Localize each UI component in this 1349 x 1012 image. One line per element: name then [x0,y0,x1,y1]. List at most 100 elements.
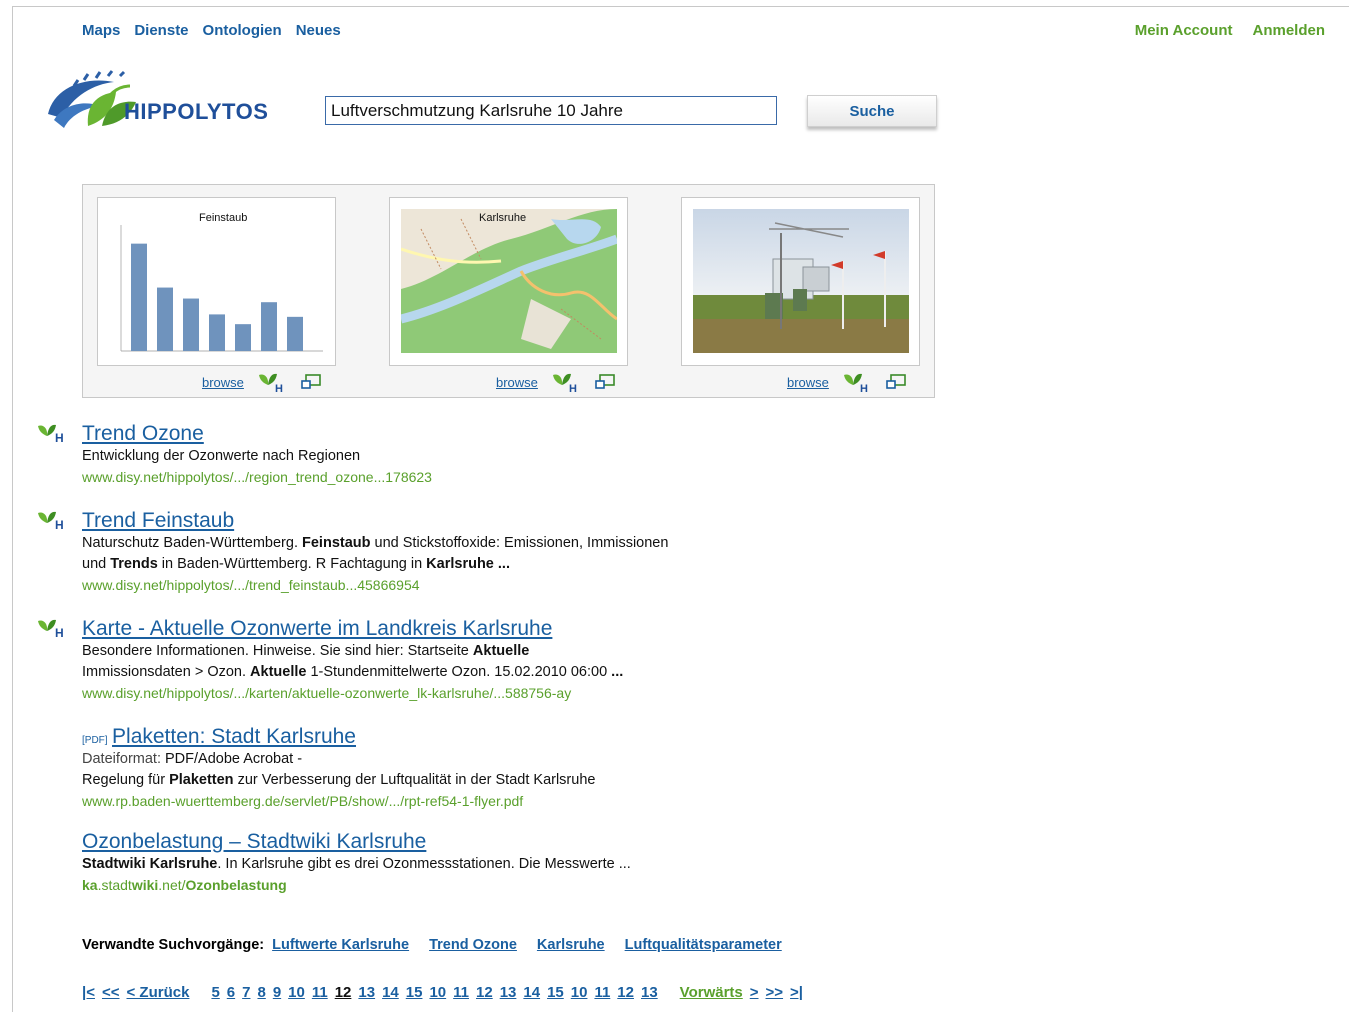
first-page-link[interactable]: |< [82,984,95,1001]
prev-page-link[interactable]: < Zurück [127,984,190,1001]
page-number-link[interactable]: 15 [406,984,423,1001]
result-snippet: Stadtwiki Karlsruhe. In Karlsruhe gibt e… [82,856,631,872]
page-number-link[interactable]: 6 [227,984,235,1001]
measurement-station-photo [693,209,909,353]
result-title-link[interactable]: Trend Ozone [82,422,204,445]
page-number-link[interactable]: 10 [429,984,446,1001]
related-label: Verwandte Suchvorgänge: [82,937,265,953]
feinstaub-chart-thumb: Feinstaub [109,209,325,353]
result-title-link[interactable]: Ozonbelastung – Stadtwiki Karlsruhe [82,830,426,853]
next-block-link[interactable]: >> [766,984,784,1001]
page-number-link[interactable]: 8 [257,984,265,1001]
chart-bar [235,324,251,351]
search-result: [PDF] Plaketten: Stadt Karlsruhe Dateifo… [82,725,595,812]
svg-text:H: H [55,431,64,445]
result-title-link[interactable]: Trend Feinstaub [82,509,234,532]
page-number-link[interactable]: 5 [211,984,219,1001]
page-number-link[interactable]: 13 [500,984,517,1001]
result-snippet: Besondere Informationen. Hinweise. Sie s… [82,643,624,680]
result-title-link[interactable]: Karte - Aktuelle Ozonwerte im Landkreis … [82,617,552,640]
svg-text:H: H [55,626,64,640]
next-page-link[interactable]: Vorwärts [680,984,743,1001]
result-title-link[interactable]: Plaketten: Stadt Karlsruhe [112,725,356,748]
nav-maps[interactable]: Maps [82,22,120,39]
pagination: |< << < Zurück 5 6 7 8 9 10 11 12 13 14 15 10 11 12 13… [82,984,803,1001]
page-number-link[interactable]: 11 [453,984,469,1001]
page-number-link[interactable]: 15 [547,984,564,1001]
browse-link[interactable]: browse [496,375,538,390]
svg-text:H: H [860,383,868,393]
page-number-link[interactable]: 9 [273,984,281,1001]
search-result: H Trend Ozone Entwicklung der Ozonwerte … [38,422,432,488]
prev-block-link[interactable]: << [102,984,120,1001]
page-number-link: 12 [334,984,352,1001]
hippolytos-icon[interactable]: H [258,371,286,393]
preview-card-photo[interactable] [681,197,920,366]
hippolytos-icon[interactable]: H [552,371,580,393]
page-number-link[interactable]: 13 [641,984,658,1001]
nav-dienste[interactable]: Dienste [134,22,188,39]
page-number-link[interactable]: 13 [358,984,375,1001]
result-url: www.disy.net/hippolytos/.../trend_feinst… [82,577,420,593]
card-footer-chart: browse H [202,371,322,393]
chart-bar [287,316,303,351]
page-number-link[interactable]: 11 [312,984,328,1001]
search-result: H Karte - Aktuelle Ozonwerte im Landkrei… [38,617,624,704]
preview-card-map[interactable]: Karlsruhe [389,197,628,366]
card-footer-photo: browse H [787,371,907,393]
hippolytos-icon[interactable]: H [37,422,67,446]
result-url: www.disy.net/hippolytos/.../region_trend… [82,469,432,485]
search-button[interactable]: Suche [807,95,937,127]
result-url: ka.stadtwiki.net/Ozonbelastung [82,877,287,893]
map-label: Karlsruhe [479,212,526,224]
karlsruhe-map-thumb: Karlsruhe [401,209,617,353]
related-link[interactable]: Karlsruhe [537,937,605,953]
page-numbers: 5 6 7 8 9 10 11 12 13 14 15 10 11 12 13 14 15 10 11 12 13 [211,984,657,1001]
browse-link[interactable]: browse [787,375,829,390]
enlarge-icon[interactable] [300,373,322,391]
hippolytos-icon[interactable]: H [37,509,67,533]
account-nav: Mein Account Anmelden [1135,22,1325,39]
chart-bar [157,287,173,351]
svg-text:H: H [275,383,283,393]
svg-text:H: H [55,518,64,532]
nav-ontologien[interactable]: Ontologien [203,22,282,39]
next-link[interactable]: > [750,984,759,1001]
result-url: www.rp.baden-wuerttemberg.de/servlet/PB/… [82,793,524,809]
svg-text:H: H [569,383,577,393]
result-snippet: Naturschutz Baden-Württemberg. Feinstaub… [82,535,669,572]
page-frame-top [12,6,1349,7]
page-number-link[interactable]: 10 [288,984,305,1001]
related-link[interactable]: Luftqualitätsparameter [625,937,782,953]
browse-link[interactable]: browse [202,375,244,390]
page-number-link[interactable]: 10 [571,984,588,1001]
result-snippet: Dateiformat: PDF/Adobe Acrobat - Regelung… [82,751,596,788]
page-number-link[interactable]: 12 [476,984,493,1001]
related-link[interactable]: Trend Ozone [429,937,517,953]
nav-neues[interactable]: Neues [296,22,341,39]
logo-text: HIPPOLYTOS [124,99,269,124]
card-footer-map: browse H [496,371,616,393]
related-link[interactable]: Luftwerte Karlsruhe [272,937,409,953]
page-number-link[interactable]: 14 [523,984,540,1001]
enlarge-icon[interactable] [885,373,907,391]
hippolytos-icon[interactable]: H [37,617,67,641]
chart-bar [131,243,147,351]
page-number-link[interactable]: 11 [594,984,610,1001]
pdf-tag: [PDF] [82,735,108,746]
search-input[interactable] [325,96,777,125]
login-link[interactable]: Anmelden [1252,22,1325,39]
related-searches: Verwandte Suchvorgänge: Luftwerte Karlsr… [82,937,782,953]
last-page-link[interactable]: >| [790,984,803,1001]
map-image: Karlsruhe [401,209,617,353]
hippolytos-icon[interactable]: H [843,371,871,393]
page-number-link[interactable]: 7 [242,984,250,1001]
chart-title: Feinstaub [199,212,247,224]
enlarge-icon[interactable] [594,373,616,391]
my-account-link[interactable]: Mein Account [1135,22,1233,39]
feinstaub-bar-chart: Feinstaub [120,212,323,352]
preview-card-chart[interactable]: Feinstaub [97,197,336,366]
page-number-link[interactable]: 14 [382,984,399,1001]
page-number-link[interactable]: 12 [617,984,634,1001]
station-photo-thumb [693,209,909,353]
